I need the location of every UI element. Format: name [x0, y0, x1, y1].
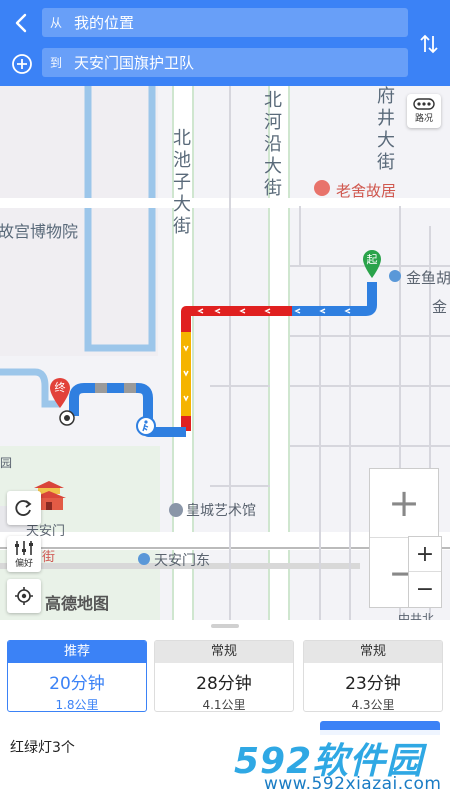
route-distance: 4.1公里 [202, 698, 246, 712]
route-duration: 23分钟 [345, 674, 401, 694]
swap-button[interactable] [416, 30, 442, 58]
start-marker-label: 起 [366, 253, 378, 266]
place-label-zhongjing: 中井北 [398, 612, 435, 620]
street-label-fujing: 府井大街 [377, 86, 395, 173]
place-label-jin: 金 [432, 298, 448, 316]
place-label-laoshe: 老舍故居 [336, 182, 397, 200]
traffic-toggle-button[interactable]: 路况 [407, 94, 441, 128]
destination-prefix: 到 [50, 56, 63, 70]
route-duration: 20分钟 [49, 674, 105, 694]
map-view[interactable]: 北河沿大街 北池子大街 府井大街 故宫博物院 老舍故居 金鱼胡 金 皇城艺术馆 … [0, 86, 450, 620]
site-watermark: 592软件园 www.592xiazai.com [226, 730, 450, 800]
destination-value: 天安门国旗护卫队 [74, 54, 195, 72]
route-tag: 常规 [304, 641, 442, 663]
route-option-2[interactable]: 常规 28分钟 4.1公里 [154, 640, 294, 712]
traffic-icon [413, 98, 435, 110]
add-waypoint-button[interactable] [8, 50, 36, 78]
destination-field[interactable]: 到 天安门国旗护卫队 [42, 48, 408, 77]
place-label-palace-museum: 故宫博物院 [0, 222, 79, 241]
origin-field[interactable]: 从 我的位置 [42, 8, 408, 37]
refresh-icon [15, 500, 32, 516]
zoom-out-button[interactable]: − [409, 572, 441, 607]
traffic-lights-count: 红绿灯3个 [10, 740, 75, 756]
map-logo: 高德地图 [45, 594, 110, 613]
place-label-tiananmen-east: 天安门东 [154, 553, 210, 569]
route-distance: 1.8公里 [55, 698, 99, 712]
sliders-icon [15, 540, 33, 555]
zoom-in-large-button[interactable]: + [370, 469, 438, 538]
preference-label: 偏好 [14, 558, 33, 569]
place-label-jie: 街 [42, 550, 56, 565]
route-option-1[interactable]: 推荐 20分钟 1.8公里 [7, 640, 147, 712]
walk-icon [136, 416, 156, 436]
route-option-3[interactable]: 常规 23分钟 4.3公里 [303, 640, 443, 712]
route-distance: 4.3公里 [351, 698, 395, 712]
traffic-label: 路况 [414, 114, 433, 124]
place-label-yuan: 园 [0, 456, 13, 470]
route-search-header: 从 我的位置 到 天安门国旗护卫队 [0, 0, 450, 86]
locate-button[interactable] [7, 579, 41, 613]
watermark-url: www.592xiazai.com [264, 774, 442, 794]
plus-circle-icon [12, 54, 32, 74]
chevron-left-icon [15, 13, 27, 33]
destination-point-icon [59, 410, 75, 426]
preference-button[interactable]: 偏好 [7, 536, 41, 572]
locate-icon [15, 587, 33, 605]
end-marker-label: 终 [54, 381, 66, 394]
place-label-jinyu: 金鱼胡 [406, 269, 450, 287]
street-label-beichizi: 北池子大街 [173, 128, 191, 237]
route-tag: 常规 [155, 641, 293, 663]
refresh-button[interactable] [7, 491, 41, 525]
zoom-control-small: + − [408, 536, 442, 608]
swap-arrows-icon [420, 34, 438, 54]
route-tag: 推荐 [8, 641, 146, 663]
drag-handle[interactable] [211, 624, 239, 628]
back-button[interactable] [8, 8, 36, 38]
zoom-in-button[interactable]: + [409, 537, 441, 572]
end-marker[interactable]: 终 [48, 376, 72, 410]
place-label-huangcheng: 皇城艺术馆 [186, 503, 256, 519]
start-marker[interactable]: 起 [361, 248, 383, 280]
street-label-beiheyan: 北河沿大街 [264, 90, 282, 199]
route-duration: 28分钟 [196, 674, 252, 694]
origin-value: 我的位置 [74, 14, 135, 32]
origin-prefix: 从 [50, 16, 63, 30]
